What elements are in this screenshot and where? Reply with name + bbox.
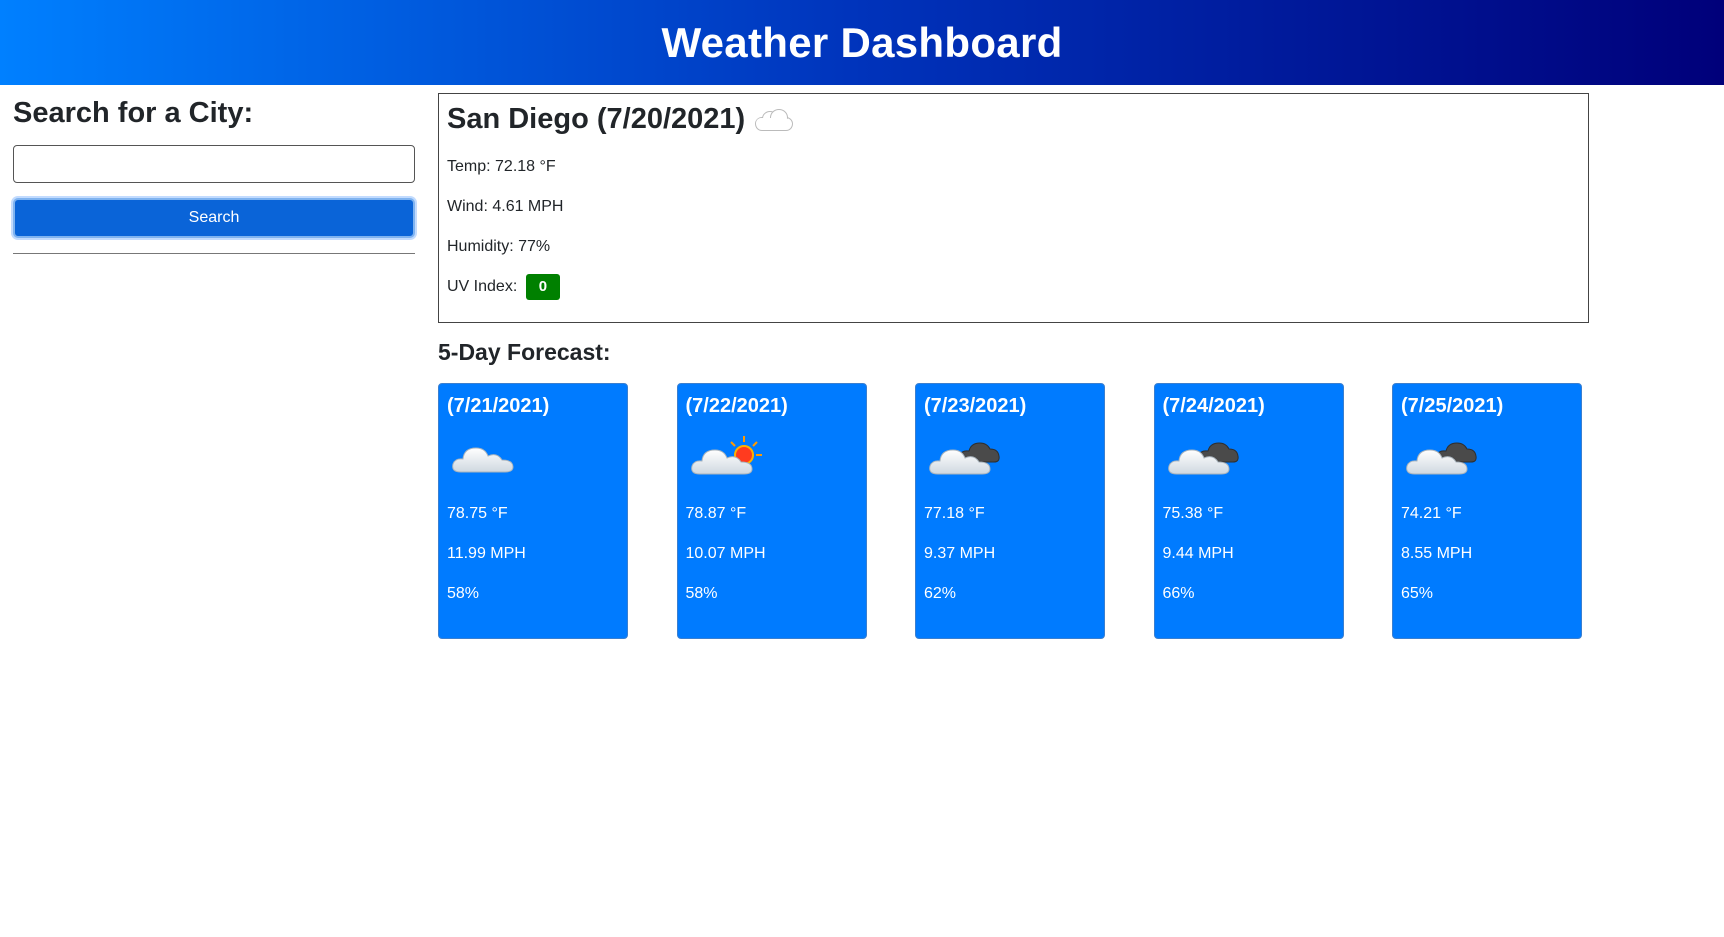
forecast-card: (7/24/2021) 75.38 °F 9.44 MPH 66% (1153, 383, 1344, 639)
search-heading: Search for a City: (13, 97, 254, 129)
current-city-date: San Diego (7/20/2021) (447, 103, 746, 135)
app-title: Weather Dashboard (661, 18, 1063, 66)
forecast-wind: 9.37 MPH (924, 545, 996, 562)
forecast-temp: 74.21 °F (1401, 505, 1462, 522)
current-weather-title: San Diego (7/20/2021) (447, 102, 1580, 137)
search-button[interactable]: Search (13, 198, 415, 239)
dark-clouds-icon (1401, 428, 1573, 494)
forecast-row: (7/21/2021) 78.75 °F 11.99 MPH 58% (7/22… (438, 383, 1582, 639)
forecast-card: (7/25/2021) 74.21 °F 8.55 MPH 65% (1392, 383, 1582, 639)
current-weather-card: San Diego (7/20/2021) Temp: 72.18 °F Win… (438, 93, 1589, 323)
current-uv: UV Index: 0 (447, 267, 1580, 307)
current-temp: Temp: 72.18 °F (447, 157, 556, 175)
forecast-card: (7/23/2021) 77.18 °F 9.37 MPH 62% (915, 383, 1105, 639)
forecast-wind: 11.99 MPH (447, 545, 526, 562)
dark-clouds-icon (1163, 428, 1335, 494)
forecast-card: (7/22/2021) 78.87 °F 10.07 MPH 58% (676, 383, 867, 639)
main-layout: Search for a City: Search San Diego (7/2… (0, 85, 1724, 937)
current-wind: Wind: 4.61 MPH (447, 197, 564, 215)
forecast-wind: 9.44 MPH (1162, 545, 1234, 562)
cloud-icon (755, 109, 794, 132)
dark-clouds-icon (924, 428, 1096, 494)
forecast-humidity: 66% (1162, 585, 1195, 602)
forecast-temp: 75.38 °F (1162, 505, 1224, 522)
forecast-humidity: 62% (924, 585, 957, 602)
forecast-date: (7/21/2021) (447, 395, 550, 417)
forecast-heading: 5-Day Forecast: (438, 339, 611, 365)
search-sidebar: Search for a City: Search (13, 95, 415, 255)
forecast-date: (7/23/2021) (924, 395, 1027, 417)
uv-index-badge: 0 (525, 273, 561, 300)
forecast-card: (7/21/2021) 78.75 °F 11.99 MPH 58% (438, 383, 628, 639)
forecast-date: (7/25/2021) (1401, 395, 1504, 417)
forecast-humidity: 58% (685, 585, 718, 602)
forecast-date: (7/24/2021) (1162, 395, 1265, 417)
forecast-temp: 78.87 °F (685, 505, 747, 522)
forecast-temp: 78.75 °F (447, 505, 508, 522)
forecast-wind: 8.55 MPH (1401, 545, 1473, 562)
uv-label: UV Index: (447, 277, 518, 295)
city-search-input[interactable] (13, 145, 415, 184)
current-humidity: Humidity: 77% (447, 237, 551, 255)
forecast-wind: 10.07 MPH (685, 545, 766, 562)
cloud-icon (447, 428, 619, 494)
forecast-humidity: 65% (1401, 585, 1434, 602)
sidebar-divider (13, 253, 415, 255)
forecast-temp: 77.18 °F (924, 505, 985, 522)
cloud-sun-icon (686, 428, 858, 494)
forecast-date: (7/22/2021) (685, 395, 788, 417)
forecast-humidity: 58% (447, 585, 480, 602)
app-header: Weather Dashboard (0, 0, 1724, 85)
